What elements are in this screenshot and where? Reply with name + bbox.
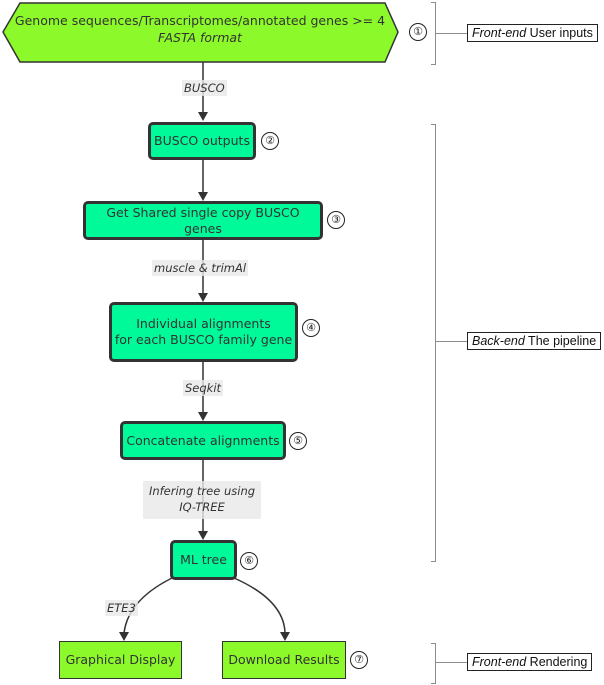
step-4-badge: ④: [302, 319, 320, 337]
edge-label-busco: BUSCO: [182, 80, 227, 96]
bracket-stem-rendering: [436, 662, 467, 663]
step-5-badge: ⑤: [289, 432, 307, 450]
arrowhead: [198, 192, 208, 201]
node-busco-outputs-label: BUSCO outputs: [154, 133, 250, 148]
node-individual-alignments[interactable]: Individual alignments for each BUSCO fam…: [109, 302, 298, 362]
edge-label-iqtree: Infering tree using IQ-TREE: [143, 481, 261, 519]
step-7-badge: ⑦: [350, 651, 368, 669]
node-individual-alignments-line1: Individual alignments: [136, 316, 271, 331]
section-user-inputs-emphasis: Front-end: [472, 26, 527, 40]
section-pipeline-text: The pipeline: [524, 334, 597, 348]
section-rendering-text: Rendering: [526, 655, 588, 669]
arrowhead: [198, 112, 208, 121]
section-label-pipeline: Back-end The pipeline: [467, 332, 602, 350]
section-label-rendering: Front-end Rendering: [467, 653, 593, 671]
input-node-line1: Genome sequences/Transcriptomes/annotate…: [14, 13, 386, 28]
bracket-rendering: [431, 643, 436, 684]
section-label-user-inputs: Front-end User inputs: [467, 24, 598, 42]
node-shared-genes-label: Get Shared single copy BUSCO genes: [106, 204, 300, 236]
input-node-line2: FASTA format: [158, 30, 242, 45]
arrowhead: [280, 632, 290, 641]
edge-label-muscle-trimal: muscle & trimAl: [152, 260, 249, 276]
node-ml-tree-label: ML tree: [180, 552, 227, 567]
node-individual-alignments-line2: for each BUSCO family gene: [114, 332, 293, 347]
arrowhead: [119, 632, 129, 641]
step-1-badge: ①: [409, 23, 427, 41]
node-ml-tree[interactable]: ML tree: [170, 540, 237, 580]
node-concatenate-label: Concatenate alignments: [126, 432, 280, 448]
edge-mltree-to-download: [233, 577, 286, 634]
node-busco-outputs[interactable]: BUSCO outputs: [148, 122, 256, 160]
section-user-inputs-text: User inputs: [526, 26, 593, 40]
node-shared-genes[interactable]: Get Shared single copy BUSCO genes: [83, 201, 323, 240]
node-download-results[interactable]: Download Results: [222, 641, 346, 679]
edge-label-iqtree-line1: Infering tree using: [148, 484, 256, 498]
arrowhead: [198, 412, 208, 421]
bracket-stem-user-inputs: [436, 33, 467, 34]
node-graphical-display[interactable]: Graphical Display: [59, 641, 182, 679]
arrowhead: [198, 531, 208, 540]
edge-label-seqkit: Seqkit: [183, 380, 224, 396]
bracket-stem-pipeline: [436, 341, 467, 342]
node-concatenate[interactable]: Concatenate alignments: [120, 421, 286, 460]
node-download-results-label: Download Results: [228, 652, 340, 667]
arrowhead: [198, 293, 208, 302]
step-6-badge: ⑥: [240, 552, 258, 570]
edge-label-ete3: ETE3: [105, 600, 138, 616]
section-pipeline-emphasis: Back-end: [472, 334, 525, 348]
node-graphical-display-label: Graphical Display: [65, 652, 176, 667]
edge-label-iqtree-line2: IQ-TREE: [179, 500, 225, 514]
step-3-badge: ③: [327, 211, 345, 229]
step-2-badge: ②: [261, 132, 279, 150]
bracket-pipeline: [431, 124, 436, 562]
section-rendering-emphasis: Front-end: [472, 655, 527, 669]
